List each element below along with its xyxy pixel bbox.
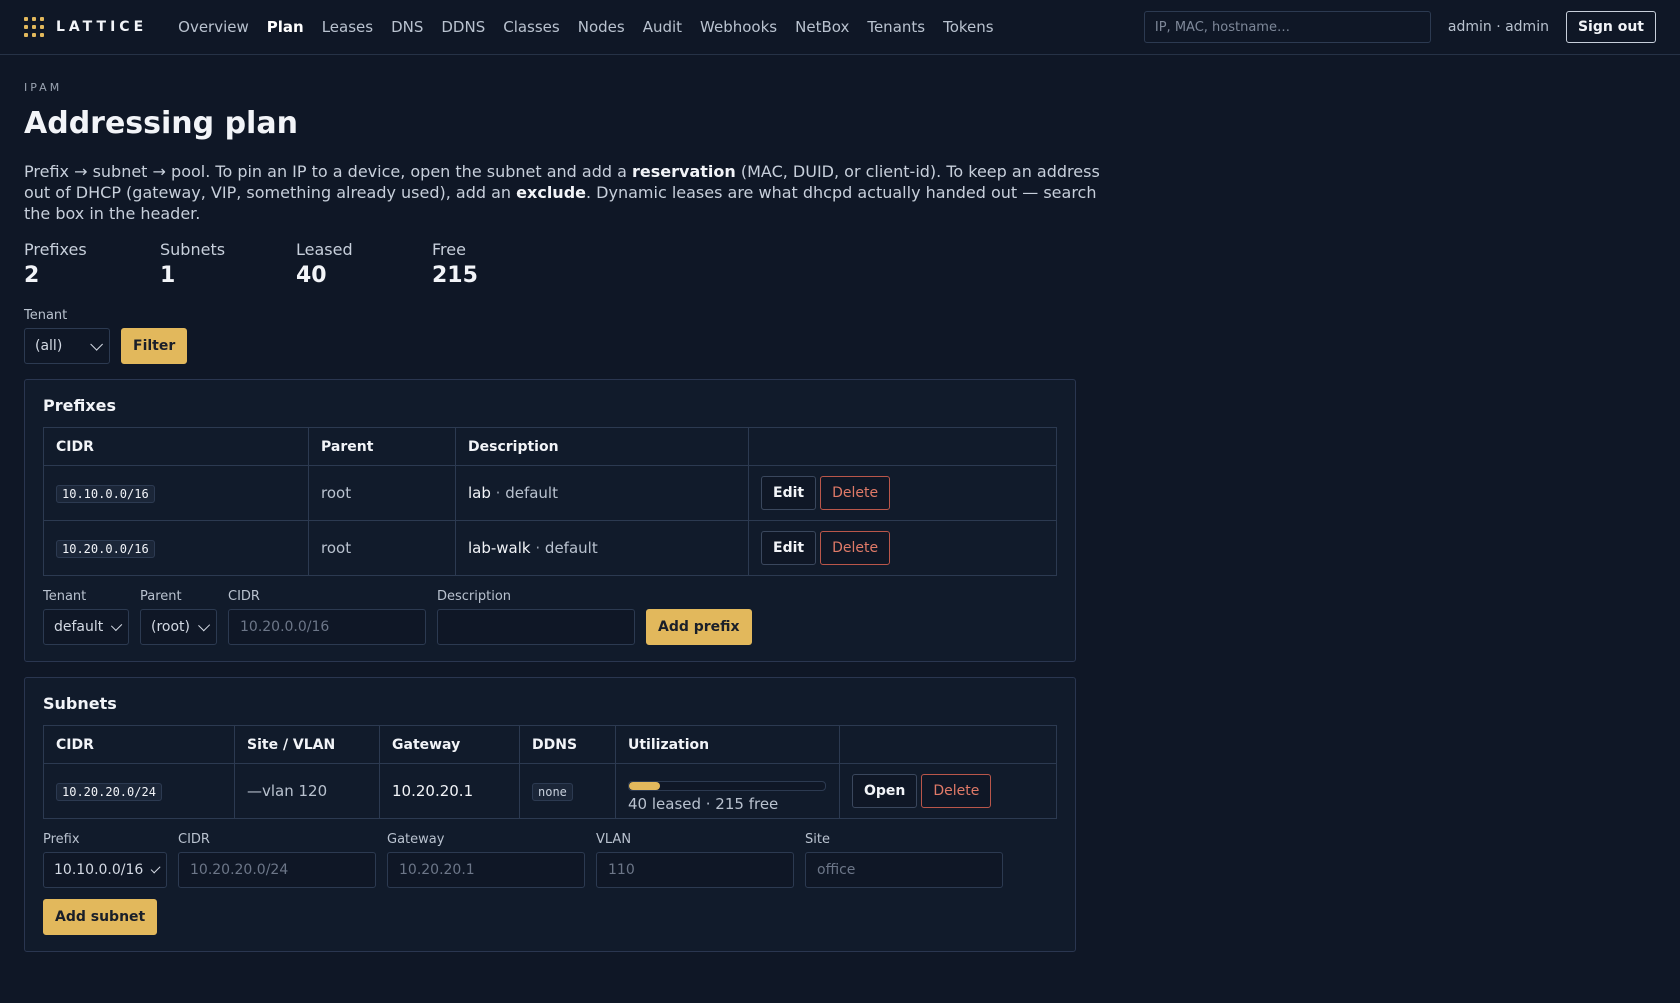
table-row: 10.10.0.0/16 root lab · default Edit Del… <box>43 465 1057 521</box>
nav-tokens[interactable]: Tokens <box>934 18 1003 36</box>
nav-ddns[interactable]: DDNS <box>432 18 494 36</box>
site-label: Site <box>805 832 830 847</box>
col-description: Description <box>455 427 749 466</box>
add-subnet-button[interactable]: Add subnet <box>43 899 158 935</box>
col-site-vlan: Site / VLAN <box>234 725 380 764</box>
search-input[interactable] <box>1143 11 1431 43</box>
table-row: 10.20.0.0/16 root lab-walk · default Edi… <box>43 520 1057 576</box>
nav-netbox[interactable]: NetBox <box>786 18 858 36</box>
gateway-input[interactable] <box>387 852 585 888</box>
tenant-filter: Tenant (all) Filter <box>24 308 1656 364</box>
tenant-filter-select[interactable]: (all) <box>24 328 110 364</box>
col-cidr: CIDR <box>43 725 235 764</box>
cidr-label: CIDR <box>178 832 210 847</box>
prefix-cidr: 10.10.0.0/16 <box>56 485 155 503</box>
logo[interactable]: LATTICE <box>24 17 147 37</box>
main-content: IPAM Addressing plan Prefix → subnet → p… <box>0 81 1680 952</box>
utilization-bar <box>628 781 826 791</box>
stat-free: Free 215 <box>432 240 478 288</box>
user-label: admin · admin <box>1447 19 1549 35</box>
vlan-label: VLAN <box>596 832 632 847</box>
chevron-down-icon <box>90 337 103 351</box>
prefix-parent: root <box>308 465 456 521</box>
nav-dns[interactable]: DNS <box>382 18 432 36</box>
subnet-site-vlan: —vlan 120 <box>234 763 380 819</box>
subnet-cidr: 10.20.20.0/24 <box>56 783 162 801</box>
col-parent: Parent <box>308 427 456 466</box>
prefixes-title: Prefixes <box>43 396 117 415</box>
vlan-input[interactable] <box>596 852 794 888</box>
chevron-down-icon <box>111 619 123 631</box>
stat-prefixes: Prefixes 2 <box>24 240 87 288</box>
col-actions <box>839 725 1057 764</box>
parent-select[interactable]: (root) <box>140 609 217 645</box>
edit-button[interactable]: Edit <box>761 476 817 510</box>
utilization-bar-fill <box>629 782 660 790</box>
main-nav: Overview Plan Leases DNS DDNS Classes No… <box>169 18 1002 36</box>
stat-leased: Leased 40 <box>296 240 353 288</box>
top-bar: LATTICE Overview Plan Leases DNS DDNS Cl… <box>0 0 1680 55</box>
tenant-filter-label: Tenant <box>24 308 68 323</box>
table-row: 10.20.20.0/24 —vlan 120 10.20.20.1 none … <box>43 763 1057 819</box>
nav-nodes[interactable]: Nodes <box>569 18 634 36</box>
cidr-label: CIDR <box>228 589 260 604</box>
description-label: Description <box>437 589 512 604</box>
stat-subnets: Subnets 1 <box>160 240 226 288</box>
prefix-cidr: 10.20.0.0/16 <box>56 540 155 558</box>
chevron-down-icon <box>198 618 211 631</box>
col-cidr: CIDR <box>43 427 309 466</box>
prefixes-card: Prefixes CIDR Parent Description 10.10.0… <box>24 379 1076 662</box>
col-utilization: Utilization <box>615 725 840 764</box>
nav-webhooks[interactable]: Webhooks <box>691 18 786 36</box>
page-intro: Prefix → subnet → pool. To pin an IP to … <box>24 162 1100 223</box>
subnet-utilization: 40 leased · 215 free <box>615 763 840 819</box>
nav-leases[interactable]: Leases <box>313 18 382 36</box>
prefix-cidr-input[interactable] <box>228 609 426 645</box>
nav-overview[interactable]: Overview <box>169 18 258 36</box>
prefix-parent: root <box>308 520 456 576</box>
col-actions <box>748 427 1057 466</box>
subnet-gateway: 10.20.20.1 <box>379 763 520 819</box>
prefix-description: lab-walk · default <box>455 520 749 576</box>
prefix-select[interactable]: 10.10.0.0/16 <box>43 852 167 888</box>
page-title: Addressing plan <box>24 106 298 141</box>
add-subnet-form: Prefix 10.10.0.0/16 CIDR Gateway VLAN Si… <box>43 832 1057 888</box>
subnets-card: Subnets CIDR Site / VLAN Gateway DDNS Ut… <box>24 677 1076 952</box>
delete-button[interactable]: Delete <box>921 774 992 808</box>
header-right: admin · admin Sign out <box>1143 11 1656 43</box>
utilization-text: 40 leased · 215 free <box>628 795 779 813</box>
prefixes-table: CIDR Parent Description 10.10.0.0/16 roo… <box>43 427 1057 576</box>
delete-button[interactable]: Delete <box>820 531 891 565</box>
prefix-description: lab · default <box>455 465 749 521</box>
delete-button[interactable]: Delete <box>820 476 891 510</box>
nav-audit[interactable]: Audit <box>634 18 691 36</box>
parent-label: Parent <box>140 589 182 604</box>
chevron-down-icon <box>150 863 161 873</box>
prefix-label: Prefix <box>43 832 80 847</box>
sign-out-button[interactable]: Sign out <box>1565 11 1656 43</box>
col-ddns: DDNS <box>519 725 616 764</box>
ddns-badge: none <box>532 783 573 801</box>
subnets-table: CIDR Site / VLAN Gateway DDNS Utilizatio… <box>43 725 1057 819</box>
nav-tenants[interactable]: Tenants <box>858 18 934 36</box>
nav-classes[interactable]: Classes <box>494 18 569 36</box>
col-gateway: Gateway <box>379 725 520 764</box>
tenant-select[interactable]: default <box>43 609 129 645</box>
grid-icon <box>24 17 44 37</box>
subnet-cidr-input[interactable] <box>178 852 376 888</box>
page-eyebrow: IPAM <box>24 81 63 94</box>
open-button[interactable]: Open <box>852 774 918 808</box>
nav-plan[interactable]: Plan <box>258 18 313 36</box>
site-input[interactable] <box>805 852 1003 888</box>
add-prefix-form: Tenant default Parent (root) CIDR Descri… <box>43 589 1057 645</box>
add-prefix-button[interactable]: Add prefix <box>646 609 752 645</box>
gateway-label: Gateway <box>387 832 445 847</box>
tenant-label: Tenant <box>43 589 87 604</box>
edit-button[interactable]: Edit <box>761 531 817 565</box>
prefix-description-input[interactable] <box>437 609 635 645</box>
filter-button[interactable]: Filter <box>121 328 188 364</box>
subnets-title: Subnets <box>43 694 117 713</box>
brand-name: LATTICE <box>56 19 148 35</box>
stats-row: Prefixes 2 Subnets 1 Leased 40 Free 215 <box>24 240 1656 288</box>
